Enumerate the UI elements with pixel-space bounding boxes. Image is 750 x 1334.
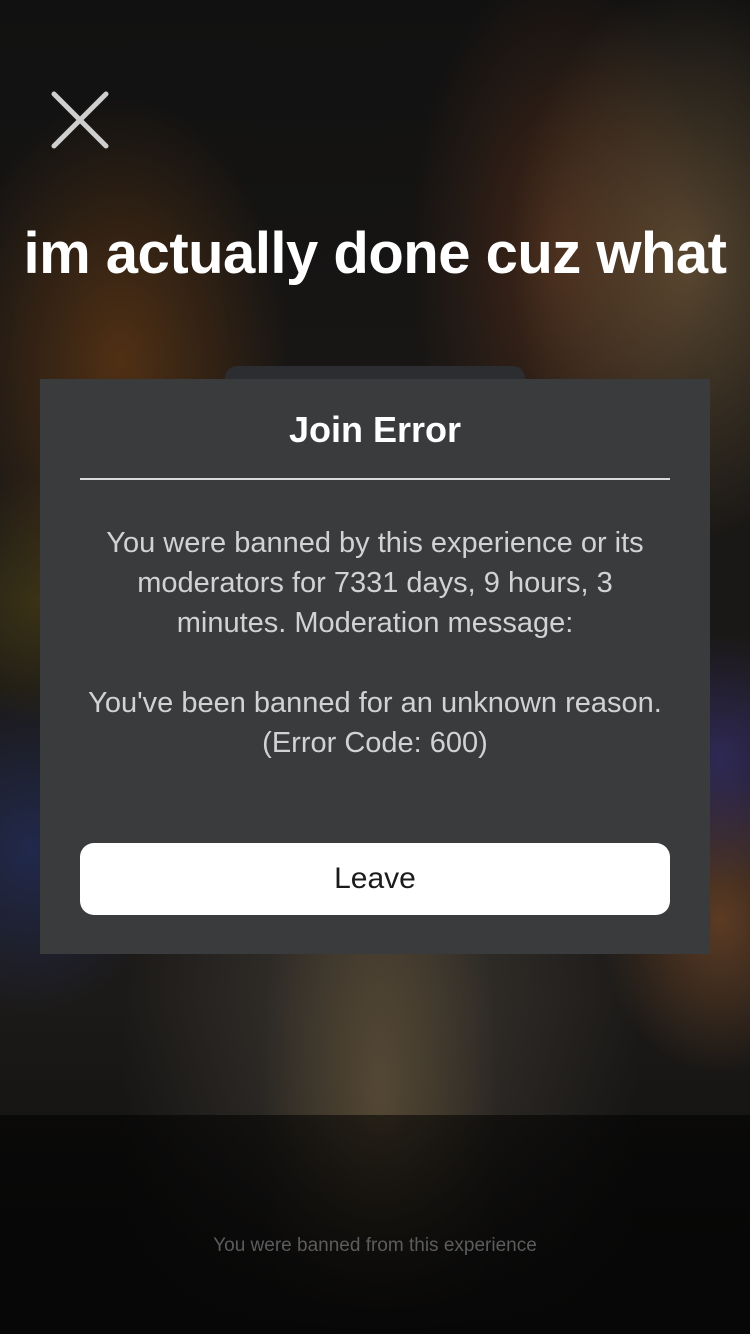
background-shade [0, 1115, 750, 1334]
dialog-title: Join Error [288, 409, 462, 450]
dialog-divider [80, 478, 670, 480]
ban-reason: You've been banned for an unknown reason… [80, 683, 670, 763]
ban-status-text: You were banned from this experience [213, 1235, 537, 1256]
reason-line: You've been banned for an unknown reason… [88, 687, 662, 719]
post-caption: im actually done cuz what [23, 221, 727, 286]
error-code: (Error Code: 600) [262, 727, 488, 759]
ban-message: You were banned by this experience or it… [106, 527, 644, 639]
close-icon[interactable] [46, 86, 114, 154]
leave-button[interactable]: Leave [80, 843, 670, 915]
